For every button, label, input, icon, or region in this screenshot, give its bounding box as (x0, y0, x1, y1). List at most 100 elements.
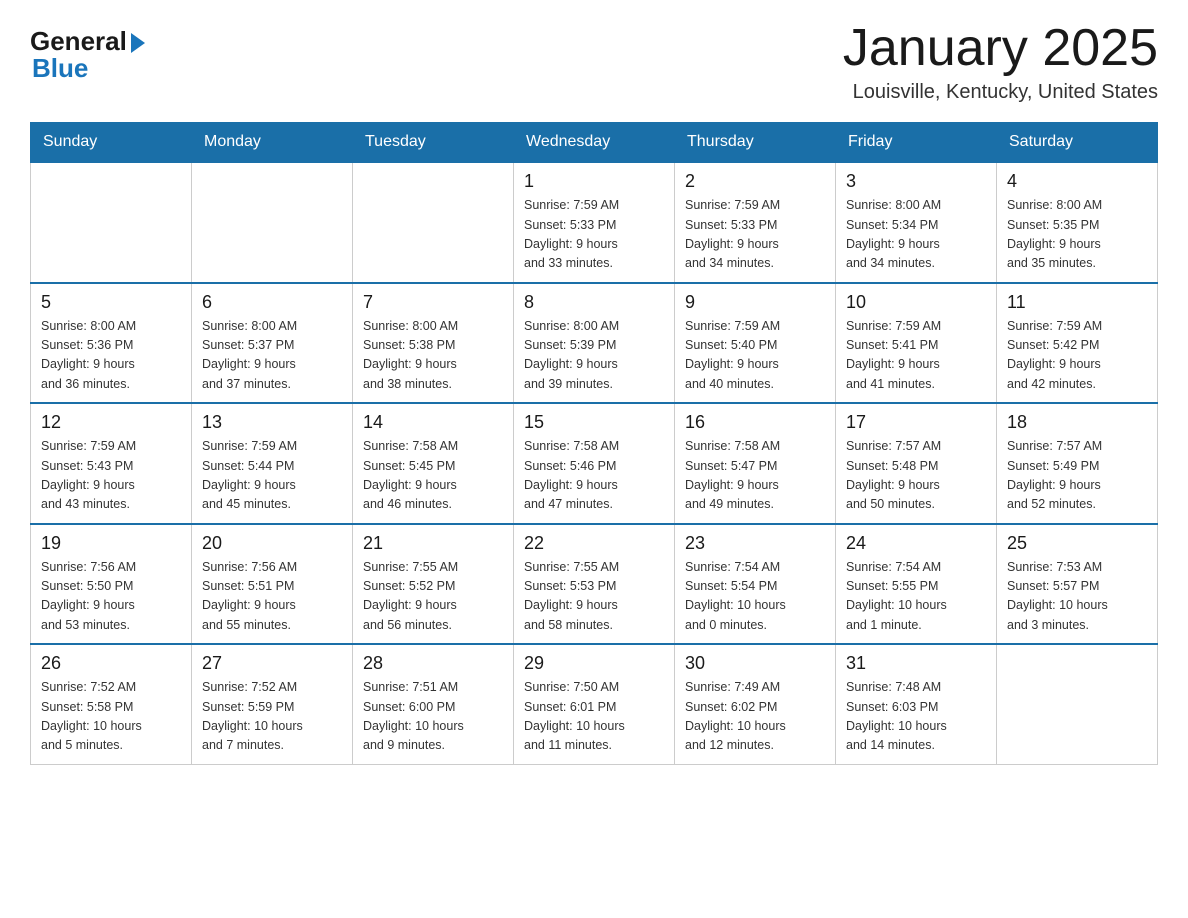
day-info: Sunrise: 8:00 AM Sunset: 5:39 PM Dayligh… (524, 317, 664, 395)
title-section: January 2025 Louisville, Kentucky, Unite… (843, 20, 1158, 104)
day-of-week-monday: Monday (192, 123, 353, 163)
month-title: January 2025 (843, 20, 1158, 77)
day-info: Sunrise: 8:00 AM Sunset: 5:38 PM Dayligh… (363, 317, 503, 395)
day-info: Sunrise: 7:48 AM Sunset: 6:03 PM Dayligh… (846, 678, 986, 756)
day-info: Sunrise: 7:59 AM Sunset: 5:42 PM Dayligh… (1007, 317, 1147, 395)
calendar-cell: 29Sunrise: 7:50 AM Sunset: 6:01 PM Dayli… (514, 644, 675, 764)
day-number: 5 (41, 292, 181, 313)
day-number: 3 (846, 171, 986, 192)
day-info: Sunrise: 7:55 AM Sunset: 5:52 PM Dayligh… (363, 558, 503, 636)
day-number: 20 (202, 533, 342, 554)
calendar-cell: 30Sunrise: 7:49 AM Sunset: 6:02 PM Dayli… (675, 644, 836, 764)
logo-blue-text: Blue (32, 53, 88, 84)
day-of-week-saturday: Saturday (997, 123, 1158, 163)
calendar-week-1: 1 Sunrise: 7:59 AM Sunset: 5:33 PM Daylig… (31, 162, 1158, 283)
calendar-cell: 4 Sunrise: 8:00 AM Sunset: 5:35 PM Daylig… (997, 162, 1158, 283)
calendar-cell (31, 162, 192, 283)
calendar-cell: 7 Sunrise: 8:00 AM Sunset: 5:38 PM Daylig… (353, 283, 514, 404)
day-number: 21 (363, 533, 503, 554)
calendar-cell: 20 Sunrise: 7:56 AM Sunset: 5:51 PM Dayli… (192, 524, 353, 645)
day-info: Sunrise: 7:59 AM Sunset: 5:41 PM Dayligh… (846, 317, 986, 395)
calendar-header: SundayMondayTuesdayWednesdayThursdayFrid… (31, 123, 1158, 163)
calendar-cell: 6Sunrise: 8:00 AM Sunset: 5:37 PM Daylig… (192, 283, 353, 404)
day-number: 2 (685, 171, 825, 192)
day-info: Sunrise: 7:50 AM Sunset: 6:01 PM Dayligh… (524, 678, 664, 756)
day-number: 6 (202, 292, 342, 313)
calendar-table: SundayMondayTuesdayWednesdayThursdayFrid… (30, 122, 1158, 765)
day-number: 14 (363, 412, 503, 433)
day-number: 24 (846, 533, 986, 554)
day-number: 11 (1007, 292, 1147, 313)
calendar-cell: 22 Sunrise: 7:55 AM Sunset: 5:53 PM Dayli… (514, 524, 675, 645)
logo: General Blue (30, 26, 145, 84)
logo-arrow-icon (131, 33, 145, 53)
day-info: Sunrise: 7:51 AM Sunset: 6:00 PM Dayligh… (363, 678, 503, 756)
calendar-cell: 3 Sunrise: 8:00 AM Sunset: 5:34 PM Daylig… (836, 162, 997, 283)
calendar-cell: 26 Sunrise: 7:52 AM Sunset: 5:58 PM Dayli… (31, 644, 192, 764)
day-number: 4 (1007, 171, 1147, 192)
day-number: 12 (41, 412, 181, 433)
calendar-cell: 23Sunrise: 7:54 AM Sunset: 5:54 PM Dayli… (675, 524, 836, 645)
day-info: Sunrise: 7:59 AM Sunset: 5:44 PM Dayligh… (202, 437, 342, 515)
location-text: Louisville, Kentucky, United States (843, 81, 1158, 104)
day-number: 10 (846, 292, 986, 313)
calendar-cell (192, 162, 353, 283)
day-info: Sunrise: 7:57 AM Sunset: 5:49 PM Dayligh… (1007, 437, 1147, 515)
day-number: 7 (363, 292, 503, 313)
calendar-week-2: 5 Sunrise: 8:00 AM Sunset: 5:36 PM Daylig… (31, 283, 1158, 404)
calendar-body: 1 Sunrise: 7:59 AM Sunset: 5:33 PM Daylig… (31, 162, 1158, 764)
calendar-cell (997, 644, 1158, 764)
calendar-cell: 1Sunrise: 7:59 AM Sunset: 5:33 PM Daylig… (514, 162, 675, 283)
calendar-cell: 31 Sunrise: 7:48 AM Sunset: 6:03 PM Dayli… (836, 644, 997, 764)
calendar-cell: 10 Sunrise: 7:59 AM Sunset: 5:41 PM Dayli… (836, 283, 997, 404)
calendar-cell: 17Sunrise: 7:57 AM Sunset: 5:48 PM Dayli… (836, 403, 997, 524)
day-number: 31 (846, 653, 986, 674)
day-of-week-sunday: Sunday (31, 123, 192, 163)
day-number: 19 (41, 533, 181, 554)
day-number: 28 (363, 653, 503, 674)
day-number: 27 (202, 653, 342, 674)
calendar-cell: 24 Sunrise: 7:54 AM Sunset: 5:55 PM Dayli… (836, 524, 997, 645)
calendar-cell: 28 Sunrise: 7:51 AM Sunset: 6:00 PM Dayli… (353, 644, 514, 764)
calendar-cell: 5 Sunrise: 8:00 AM Sunset: 5:36 PM Daylig… (31, 283, 192, 404)
day-info: Sunrise: 7:49 AM Sunset: 6:02 PM Dayligh… (685, 678, 825, 756)
days-of-week-row: SundayMondayTuesdayWednesdayThursdayFrid… (31, 123, 1158, 163)
day-info: Sunrise: 7:56 AM Sunset: 5:50 PM Dayligh… (41, 558, 181, 636)
day-info: Sunrise: 8:00 AM Sunset: 5:36 PM Dayligh… (41, 317, 181, 395)
day-info: Sunrise: 7:54 AM Sunset: 5:55 PM Dayligh… (846, 558, 986, 636)
calendar-cell (353, 162, 514, 283)
calendar-cell: 8 Sunrise: 8:00 AM Sunset: 5:39 PM Daylig… (514, 283, 675, 404)
day-of-week-wednesday: Wednesday (514, 123, 675, 163)
day-number: 8 (524, 292, 664, 313)
day-info: Sunrise: 7:52 AM Sunset: 5:58 PM Dayligh… (41, 678, 181, 756)
day-info: Sunrise: 7:59 AM Sunset: 5:33 PM Dayligh… (685, 196, 825, 274)
day-of-week-tuesday: Tuesday (353, 123, 514, 163)
day-info: Sunrise: 7:57 AM Sunset: 5:48 PM Dayligh… (846, 437, 986, 515)
calendar-week-4: 19 Sunrise: 7:56 AM Sunset: 5:50 PM Dayli… (31, 524, 1158, 645)
day-number: 23 (685, 533, 825, 554)
day-info: Sunrise: 8:00 AM Sunset: 5:35 PM Dayligh… (1007, 196, 1147, 274)
calendar-cell: 21 Sunrise: 7:55 AM Sunset: 5:52 PM Dayli… (353, 524, 514, 645)
day-info: Sunrise: 8:00 AM Sunset: 5:34 PM Dayligh… (846, 196, 986, 274)
day-number: 22 (524, 533, 664, 554)
calendar-week-5: 26 Sunrise: 7:52 AM Sunset: 5:58 PM Dayli… (31, 644, 1158, 764)
calendar-cell: 14 Sunrise: 7:58 AM Sunset: 5:45 PM Dayli… (353, 403, 514, 524)
calendar-cell: 15 Sunrise: 7:58 AM Sunset: 5:46 PM Dayli… (514, 403, 675, 524)
day-number: 25 (1007, 533, 1147, 554)
day-of-week-thursday: Thursday (675, 123, 836, 163)
day-info: Sunrise: 7:58 AM Sunset: 5:46 PM Dayligh… (524, 437, 664, 515)
day-info: Sunrise: 7:59 AM Sunset: 5:43 PM Dayligh… (41, 437, 181, 515)
day-info: Sunrise: 7:53 AM Sunset: 5:57 PM Dayligh… (1007, 558, 1147, 636)
day-number: 26 (41, 653, 181, 674)
calendar-cell: 2 Sunrise: 7:59 AM Sunset: 5:33 PM Daylig… (675, 162, 836, 283)
day-info: Sunrise: 7:56 AM Sunset: 5:51 PM Dayligh… (202, 558, 342, 636)
day-info: Sunrise: 7:55 AM Sunset: 5:53 PM Dayligh… (524, 558, 664, 636)
page-header: General Blue January 2025 Louisville, Ke… (30, 20, 1158, 104)
day-info: Sunrise: 7:58 AM Sunset: 5:47 PM Dayligh… (685, 437, 825, 515)
day-number: 15 (524, 412, 664, 433)
day-info: Sunrise: 7:58 AM Sunset: 5:45 PM Dayligh… (363, 437, 503, 515)
day-number: 16 (685, 412, 825, 433)
calendar-cell: 11 Sunrise: 7:59 AM Sunset: 5:42 PM Dayli… (997, 283, 1158, 404)
day-info: Sunrise: 7:59 AM Sunset: 5:40 PM Dayligh… (685, 317, 825, 395)
day-number: 1 (524, 171, 664, 192)
